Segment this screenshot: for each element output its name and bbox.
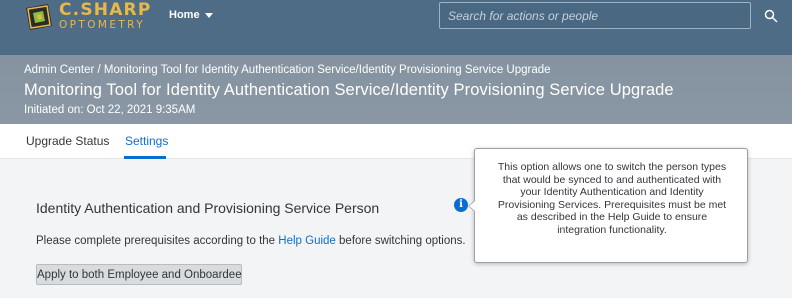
popover-arrow-inner [469,201,475,211]
active-tab-indicator [124,156,166,159]
prerequisites-text: Please complete prerequisites according … [36,235,466,247]
search-field[interactable] [439,2,751,29]
company-logo[interactable]: C.SHARP OPTOMETRY [24,1,152,32]
search-icon[interactable] [764,9,778,23]
info-popover: This option allows one to switch the per… [474,148,748,263]
section-title: Identity Authentication and Provisioning… [36,200,380,216]
logo-mark-icon [24,2,54,32]
shell-bar: C.SHARP OPTOMETRY Home [0,0,792,55]
logo-line2: OPTOMETRY [59,19,146,32]
help-guide-link[interactable]: Help Guide [278,235,336,247]
prereq-text-after: before switching options. [335,235,466,247]
popover-text: This option allows one to switch the per… [497,161,727,236]
logo-line1: C.SHARP [59,0,152,21]
breadcrumb-current: Monitoring Tool for Identity Authenticat… [103,64,551,76]
initiated-on-text: Initiated on: Oct 22, 2021 9:35AM [24,104,196,116]
breadcrumb: Admin Center / Monitoring Tool for Ident… [24,64,551,76]
page-header: Admin Center / Monitoring Tool for Ident… [0,55,792,124]
chevron-down-icon [204,12,213,18]
tab-upgrade-status[interactable]: Upgrade Status [26,134,109,148]
page-title: Monitoring Tool for Identity Authenticat… [24,81,674,99]
breadcrumb-link-admin-center[interactable]: Admin Center [24,64,94,76]
prereq-text-before: Please complete prerequisites according … [36,235,279,247]
breadcrumb-separator: / [94,64,104,76]
info-icon[interactable]: i [454,198,468,212]
apply-employee-onboardee-button[interactable]: Apply to both Employee and Onboardee [36,264,242,285]
home-menu-label: Home [169,9,200,21]
home-menu-button[interactable]: Home [169,9,213,21]
search-input[interactable] [440,3,750,28]
tab-settings[interactable]: Settings [125,134,168,148]
